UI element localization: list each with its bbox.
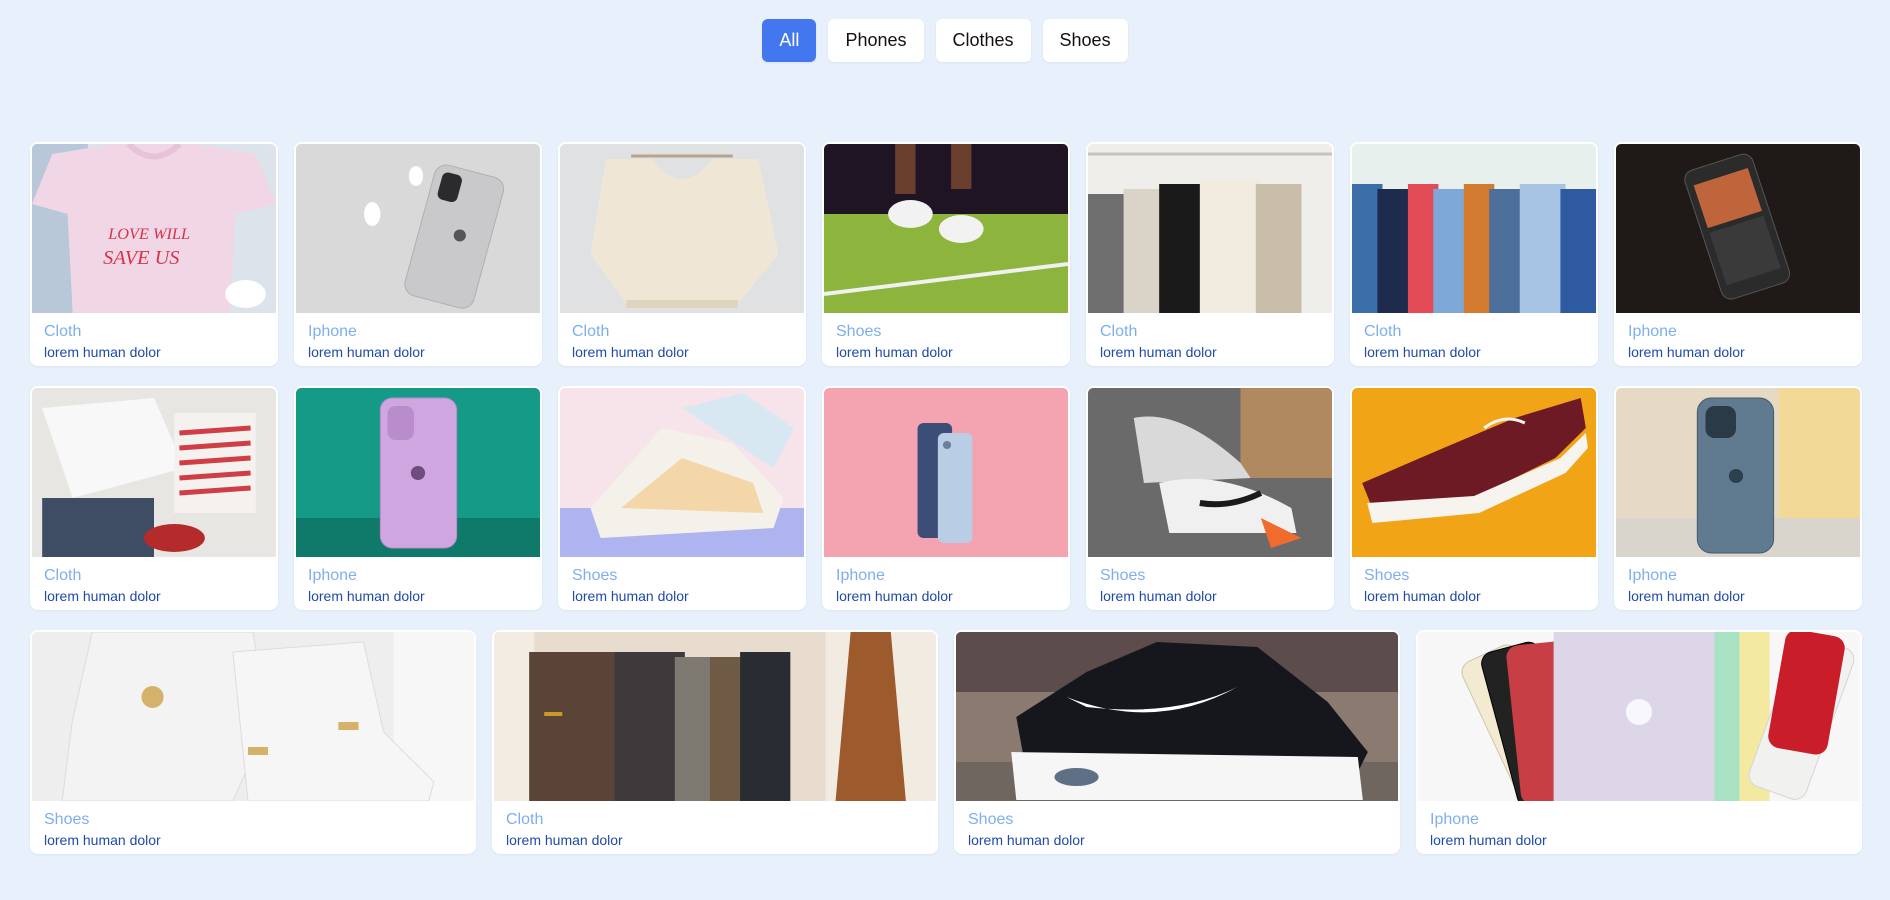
card-description: lorem human dolor — [308, 588, 425, 604]
product-image-iphone-dark — [1616, 144, 1860, 313]
card-category: Iphone — [308, 567, 357, 584]
product-card[interactable]: Shoes lorem human dolor — [1086, 386, 1334, 610]
product-card[interactable]: Shoes lorem human dolor — [1350, 386, 1598, 610]
product-image-jackets-rack — [494, 632, 936, 801]
card-description: lorem human dolor — [836, 344, 953, 360]
product-card[interactable]: LOVE WILL SAVE US Cloth lorem human dolo… — [30, 142, 278, 366]
card-description: lorem human dolor — [44, 344, 161, 360]
card-category: Cloth — [572, 323, 610, 340]
card-category: Cloth — [506, 811, 544, 828]
card-description: lorem human dolor — [1100, 344, 1217, 360]
product-card[interactable]: Cloth lorem human dolor — [492, 630, 938, 854]
svg-text:LOVE WILL: LOVE WILL — [107, 226, 190, 243]
filter-shoes-button[interactable]: Shoes — [1042, 19, 1128, 62]
product-image-iphone-pink-bg — [824, 388, 1068, 557]
card-category: Shoes — [572, 567, 618, 584]
product-row: Cloth lorem human dolor Iphone lorem hum… — [30, 386, 1862, 610]
card-description: lorem human dolor — [836, 588, 953, 604]
product-card[interactable]: Cloth lorem human dolor — [558, 142, 806, 366]
product-card[interactable]: Cloth lorem human dolor — [1350, 142, 1598, 366]
card-category: Cloth — [1100, 323, 1138, 340]
product-card[interactable]: Iphone lorem human dolor — [294, 142, 542, 366]
product-card[interactable]: Iphone lorem human dolor — [1416, 630, 1862, 854]
card-description: lorem human dolor — [308, 344, 425, 360]
product-card[interactable]: Shoes lorem human dolor — [822, 142, 1070, 366]
filter-bar: All Phones Clothes Shoes — [0, 19, 1890, 62]
card-category: Cloth — [1364, 323, 1402, 340]
product-image-pastel-sneakers — [560, 388, 804, 557]
card-description: lorem human dolor — [1364, 344, 1481, 360]
product-image-iphone-colors — [1418, 632, 1860, 801]
product-card[interactable]: Iphone lorem human dolor — [294, 386, 542, 610]
filter-phones-button[interactable]: Phones — [828, 19, 924, 62]
product-image-knit-poncho — [560, 144, 804, 313]
product-image-running-shoes — [1088, 388, 1332, 557]
product-card[interactable]: Shoes lorem human dolor — [30, 630, 476, 854]
card-category: Cloth — [44, 567, 82, 584]
product-card[interactable]: Iphone lorem human dolor — [1614, 386, 1862, 610]
svg-text:SAVE US: SAVE US — [103, 247, 179, 269]
filter-clothes-button[interactable]: Clothes — [935, 19, 1031, 62]
card-category: Iphone — [1628, 323, 1677, 340]
product-image-iphone-purple — [296, 388, 540, 557]
product-card[interactable]: Cloth lorem human dolor — [1086, 142, 1334, 366]
product-image-clothes-rack — [1088, 144, 1332, 313]
product-image-iphone-airpods — [296, 144, 540, 313]
card-category: Iphone — [836, 567, 885, 584]
card-description: lorem human dolor — [572, 344, 689, 360]
card-category: Shoes — [44, 811, 90, 828]
product-card[interactable]: Shoes lorem human dolor — [954, 630, 1400, 854]
card-description: lorem human dolor — [968, 832, 1085, 848]
card-description: lorem human dolor — [1100, 588, 1217, 604]
card-description: lorem human dolor — [572, 588, 689, 604]
product-row: LOVE WILL SAVE US Cloth lorem human dolo… — [30, 142, 1862, 366]
product-row: Shoes lorem human dolor Cloth lorem huma… — [30, 630, 1862, 854]
product-card[interactable]: Shoes lorem human dolor — [558, 386, 806, 610]
card-description: lorem human dolor — [44, 588, 161, 604]
product-grid: LOVE WILL SAVE US Cloth lorem human dolo… — [30, 142, 1862, 874]
card-description: lorem human dolor — [1628, 344, 1745, 360]
card-category: Shoes — [836, 323, 882, 340]
card-category: Shoes — [1100, 567, 1146, 584]
product-card[interactable]: Iphone lorem human dolor — [1614, 142, 1862, 366]
card-description: lorem human dolor — [44, 832, 161, 848]
product-card[interactable]: Iphone lorem human dolor — [822, 386, 1070, 610]
product-image-shirts-hangers — [1352, 144, 1596, 313]
product-image-airmax-sneaker — [956, 632, 1398, 801]
card-category: Iphone — [1628, 567, 1677, 584]
card-description: lorem human dolor — [1364, 588, 1481, 604]
card-category: Iphone — [308, 323, 357, 340]
card-category: Shoes — [1364, 567, 1410, 584]
product-image-pink-tshirt: LOVE WILL SAVE US — [32, 144, 276, 313]
product-card[interactable]: Cloth lorem human dolor — [30, 386, 278, 610]
product-image-maroon-sneaker — [1352, 388, 1596, 557]
product-image-folded-clothes — [32, 388, 276, 557]
product-image-jumping-sneakers — [824, 144, 1068, 313]
card-description: lorem human dolor — [1628, 588, 1745, 604]
card-category: Cloth — [44, 323, 82, 340]
card-category: Shoes — [968, 811, 1014, 828]
card-description: lorem human dolor — [1430, 832, 1547, 848]
card-category: Iphone — [1430, 811, 1479, 828]
card-description: lorem human dolor — [506, 832, 623, 848]
product-image-white-high-tops — [32, 632, 474, 801]
product-image-iphone-blue — [1616, 388, 1860, 557]
filter-all-button[interactable]: All — [762, 19, 817, 62]
